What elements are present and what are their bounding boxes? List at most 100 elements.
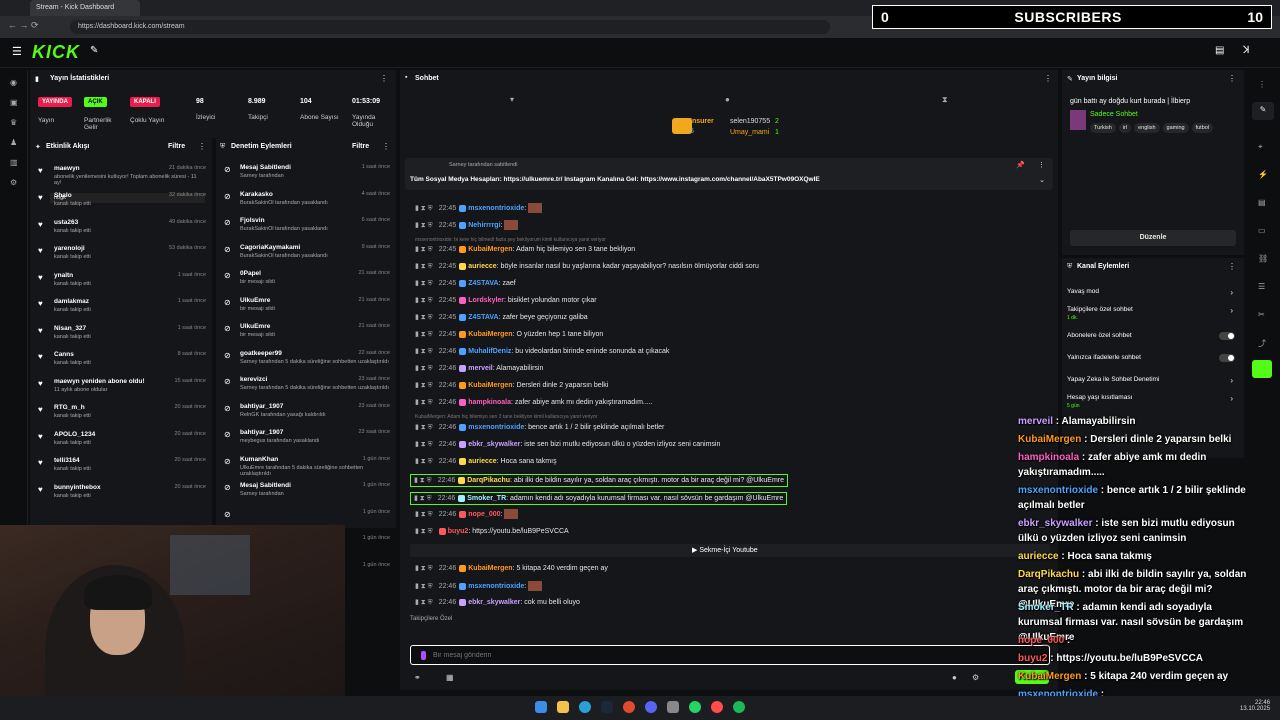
mic-icon[interactable] — [421, 651, 426, 660]
mod-tools-icon[interactable]: ▮ ⧗ ⛨ — [415, 599, 433, 606]
chat-message[interactable]: ▮ ⧗ ⛨ 22:45 Z4STAVA: zafer beye geçiyoruz … — [415, 313, 588, 322]
list-icon[interactable]: ☰ — [1258, 282, 1265, 291]
chat-username[interactable]: msxenontrioxide — [468, 205, 524, 212]
activity-item[interactable]: ♥ Nisan_327 1 saat önce kanalı takip etti — [30, 323, 212, 347]
moderation-item[interactable]: ⊘ goatkeeper99 22 saat önce Sarney tarafınd… — [216, 348, 396, 372]
chat-username[interactable]: Smoker_TR — [467, 495, 506, 502]
firefox-icon[interactable] — [623, 701, 635, 713]
spotify-icon[interactable] — [733, 701, 745, 713]
menu-icon[interactable]: ☰ — [12, 45, 22, 58]
wallet-icon[interactable]: ▥ — [10, 158, 18, 167]
chat-input[interactable] — [433, 649, 1013, 661]
chat-message[interactable]: ▮ ⧗ ⛨ 22:45 KubaiMergen: O yüzden hep 1 ta… — [415, 330, 603, 339]
dashboard-icon[interactable]: ▣ — [10, 98, 18, 107]
trash-icon[interactable]: ▾ — [510, 95, 514, 104]
mod-tools-icon[interactable]: ▮ ⧗ ⛨ — [415, 583, 433, 590]
activity-item[interactable]: ♥ APOLO_1234 20 saat önce kanalı takip etti — [30, 429, 212, 453]
mod-tools-icon[interactable]: ▮ ⧗ ⛨ — [415, 424, 433, 431]
whatsapp-icon[interactable] — [689, 701, 701, 713]
mod-tools-icon[interactable]: ▮ ⧗ ⛨ — [414, 495, 432, 502]
mod-tools-icon[interactable]: ▮ ⧗ ⛨ — [415, 565, 433, 572]
chat-message[interactable]: ▮ ⧗ ⛨ 22:46 merveil: Alamayabilirsin — [415, 364, 543, 373]
moderation-item[interactable]: ⊘ Karakasko 4 saat önce BurakSakinOl tarafı… — [216, 189, 396, 213]
more-icon[interactable]: ⋮ — [1228, 74, 1236, 83]
channel-action-item[interactable]: Yalnızca ifadelerle sohbet — [1067, 354, 1237, 370]
wrench-icon[interactable]: ✎ — [90, 45, 98, 56]
stream-icon[interactable]: ◉ — [10, 78, 17, 87]
moderation-item[interactable]: ⊘ Fjolsvin 6 saat önce BurakSakinOl tarafın… — [216, 215, 396, 239]
chat-username[interactable]: Nehirrrrgi — [468, 222, 500, 229]
mod-tools-icon[interactable]: ▮ ⧗ ⛨ — [415, 511, 433, 518]
activity-item[interactable]: ♥ ynaltn 1 saat önce kanalı takip etti — [30, 270, 212, 294]
chat-message[interactable]: ▮ ⧗ ⛨ 22:46 MuhalifDeniz: bu videolardan b… — [415, 347, 669, 356]
activity-item[interactable]: ♥ usta263 49 dakika önce kanalı takip etti — [30, 217, 212, 241]
kick-green-icon[interactable] — [1252, 360, 1272, 378]
mod-tools-icon[interactable]: ▮ ⧗ ⛨ — [415, 365, 433, 372]
chat-username[interactable]: Lordskyler — [468, 297, 504, 304]
chat-username[interactable]: auriecce — [468, 458, 496, 465]
chat-username[interactable]: auriecce — [468, 263, 496, 270]
tag[interactable]: futbol — [1191, 123, 1214, 133]
mod-tools-icon[interactable]: ▮ ⧗ ⛨ — [415, 331, 433, 338]
browser-tab[interactable]: Stream - Kick Dashboard — [30, 0, 140, 16]
message-icon[interactable]: ▭ — [1258, 226, 1266, 235]
chat-username[interactable]: KubaiMergen — [468, 382, 512, 389]
activity-item[interactable]: ♥ telli3164 20 saat önce kanalı takip etti — [30, 455, 212, 479]
mod-tools-icon[interactable]: ▮ ⧗ ⛨ — [415, 441, 433, 448]
bolt-icon[interactable]: ⚡ — [1258, 170, 1268, 179]
mod-tools-icon[interactable]: ▮ ⧗ ⛨ — [415, 263, 433, 270]
chat-message[interactable]: ▮ ⧗ ⛨ 22:45 Z4STAVA: zaef — [415, 279, 516, 288]
address-bar[interactable]: https://dashboard.kick.com/stream — [70, 20, 830, 34]
tag[interactable]: gaming — [1162, 123, 1189, 133]
channel-action-item[interactable]: Yapay Zeka ile Sohbet Denetimi › — [1067, 376, 1237, 392]
moderation-item[interactable]: ⊘ bahtiyar_1907 23 saat önce RelnGK tarafın… — [216, 401, 396, 425]
more-icon[interactable]: ⋮ — [198, 142, 206, 151]
mod-tools-icon[interactable]: ▮ ⧗ ⛨ — [415, 458, 433, 465]
chat-username[interactable]: ebkr_skywalker — [468, 441, 520, 448]
mod-tools-icon[interactable]: ▮ ⧗ ⛨ — [415, 205, 433, 212]
chat-message[interactable]: ▮ ⧗ ⛨ 22:46 hampkinoala: zafer abiye amk m… — [415, 398, 653, 407]
channel-action-item[interactable]: Hesap yaşı kısıtlaması 5 gün › — [1067, 394, 1237, 410]
moderation-item[interactable]: ⊘ UlkuEmre 21 saat önce bir mesajı sildi — [216, 295, 396, 319]
pin-icon[interactable]: 📌 — [1016, 161, 1025, 169]
chat-username[interactable]: DarqPikachu — [467, 477, 510, 484]
chat-message[interactable]: ▮ ⧗ ⛨ 22:46 ebkr_skywalker: cok mu belli o… — [415, 598, 580, 607]
more-icon[interactable]: ⋮ — [380, 74, 388, 83]
nav-arrows-icon[interactable]: ← → ⟳ — [8, 20, 39, 31]
chat-message[interactable]: ▮ ⧗ ⛨ 22:46 DarqPikachu: abi ilki de bildi… — [410, 474, 789, 487]
discord-icon[interactable] — [645, 701, 657, 713]
toggle-switch[interactable] — [1219, 354, 1235, 362]
chat-bubble-icon[interactable]: ● — [725, 95, 730, 104]
mod-tools-icon[interactable]: ▮ ⧗ ⛨ — [415, 222, 433, 229]
moderation-filter-button[interactable]: Filtre — [352, 143, 369, 150]
kick-k-icon[interactable]: ꓘ — [1243, 45, 1250, 56]
folder-icon[interactable] — [557, 701, 569, 713]
moderation-item[interactable]: ⊘ Mesaj Sabitlendi 1 gün önce Sarney tarafı… — [216, 480, 396, 504]
channel-action-item[interactable]: Takipçilere özel sohbet 1 dk. › — [1067, 306, 1237, 322]
chevron-right-icon[interactable]: › — [1230, 394, 1233, 403]
chevron-right-icon[interactable]: › — [1230, 376, 1233, 385]
emote-icon[interactable]: ⚭ — [414, 673, 421, 682]
activity-item[interactable]: ♥ maewyn 21 dakika önce abonelik yenilemesi… — [30, 163, 212, 203]
moderation-item[interactable]: ⊘ CagoriaKaymakami 9 saat önce BurakSakinOl… — [216, 242, 396, 266]
settings-icon[interactable]: ⚙ — [10, 178, 17, 187]
more-icon[interactable]: ⋮ — [1044, 74, 1052, 83]
moderation-item[interactable]: ⊘ 0Papel 21 saat önce bir mesajı sildi — [216, 268, 396, 292]
chat-username[interactable]: KubaiMergen — [468, 246, 512, 253]
more-icon[interactable]: ⋮ — [1228, 262, 1236, 271]
chat-username[interactable]: MuhalifDeniz — [468, 348, 511, 355]
more-icon[interactable]: ⋮ — [382, 142, 390, 151]
chat-settings-icon[interactable]: ● — [952, 673, 957, 682]
app-icon-red[interactable] — [711, 701, 723, 713]
mod-tools-icon[interactable]: ▮ ⧗ ⛨ — [414, 477, 432, 484]
channel-action-item[interactable]: Abonelere özel sohbet — [1067, 332, 1237, 348]
mod-tools-icon[interactable]: ▮ ⧗ ⛨ — [415, 399, 433, 406]
chat-username[interactable]: msxenontrioxide — [468, 583, 524, 590]
share-icon[interactable]: ⤴ — [1258, 338, 1266, 349]
chat-message[interactable]: ▮ ⧗ ⛨ 22:45 msxenontrioxide: — [415, 203, 543, 213]
pinned-message[interactable]: Sarney tarafından sabitlendi Tüm Sosyal … — [405, 158, 1053, 190]
mod-tools-icon[interactable]: ▮ ⧗ ⛨ — [415, 280, 433, 287]
start-icon[interactable] — [535, 701, 547, 713]
target-icon[interactable]: ⌖ — [1258, 142, 1263, 152]
activity-item[interactable]: ♥ bunnyinthebox 20 saat önce kanalı takip e… — [30, 482, 212, 506]
